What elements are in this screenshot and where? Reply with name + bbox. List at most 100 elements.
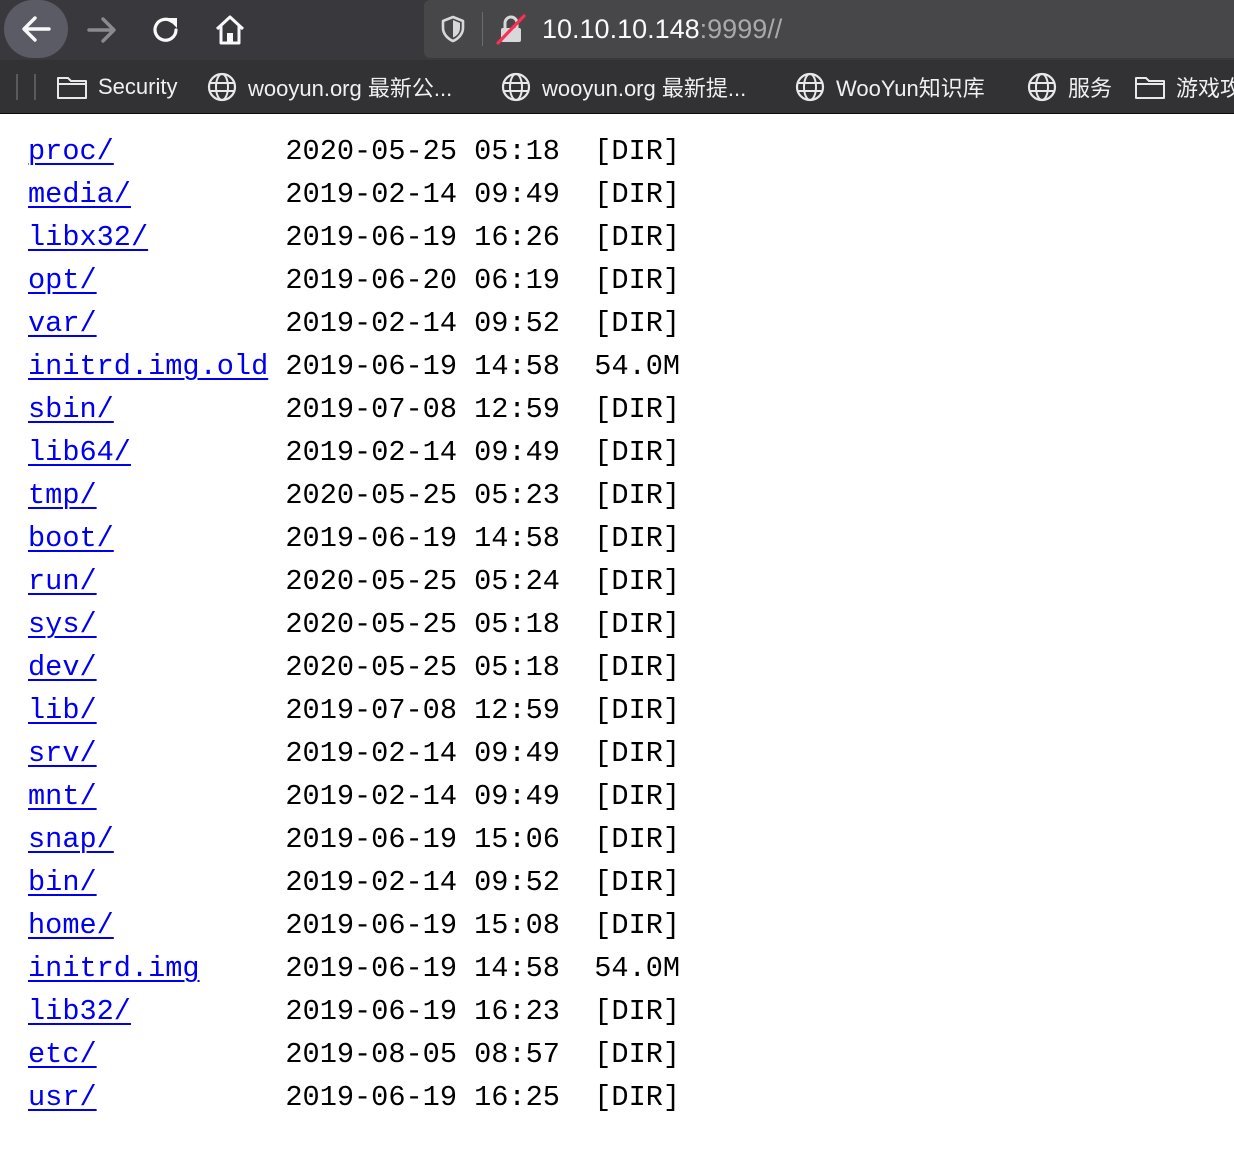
bookmark-label: 游戏攻 (1176, 76, 1234, 101)
folder-icon (1135, 77, 1165, 99)
insecure-lock-icon[interactable] (494, 12, 528, 46)
bookmark-games[interactable]: 游戏攻 (1134, 60, 1234, 113)
entry-date: 2019-02-14 09:52 (285, 866, 560, 899)
globe-icon (795, 72, 825, 102)
listing-row: bin/ 2019-02-14 09:52 [DIR] (28, 861, 680, 904)
entry-link[interactable]: snap/ (28, 823, 114, 856)
globe-icon (1027, 72, 1057, 102)
listing-row: initrd.img 2019-06-19 14:58 54.0M (28, 947, 680, 990)
entry-link[interactable]: boot/ (28, 522, 114, 555)
entry-size: [DIR] (594, 1038, 681, 1071)
entry-date: 2019-06-19 15:06 (285, 823, 560, 856)
entry-link[interactable]: srv/ (28, 737, 97, 770)
bookmarks-bar: Security wooyun.org 最新公... wooyun.org 最新… (0, 60, 1234, 114)
entry-size: [DIR] (594, 393, 681, 426)
reload-icon (153, 17, 178, 42)
listing-row: initrd.img.old 2019-06-19 14:58 54.0M (28, 345, 680, 388)
entry-date: 2020-05-25 05:18 (285, 651, 560, 684)
entry-link[interactable]: lib/ (28, 694, 97, 727)
listing-row: lib/ 2019-07-08 12:59 [DIR] (28, 689, 680, 732)
entry-link[interactable]: home/ (28, 909, 114, 942)
entry-link[interactable]: lib32/ (28, 995, 131, 1028)
listing-row: run/ 2020-05-25 05:24 [DIR] (28, 560, 680, 603)
bookmarks-separator (16, 74, 18, 100)
entry-link[interactable]: bin/ (28, 866, 97, 899)
listing-row: home/ 2019-06-19 15:08 [DIR] (28, 904, 680, 947)
entry-date: 2020-05-25 05:24 (285, 565, 560, 598)
entry-link[interactable]: mnt/ (28, 780, 97, 813)
listing-row: usr/ 2019-06-19 16:25 [DIR] (28, 1076, 680, 1119)
entry-link[interactable]: tmp/ (28, 479, 97, 512)
entry-date: 2019-06-19 14:58 (285, 350, 560, 383)
forward-button[interactable] (80, 8, 124, 52)
entry-link[interactable]: media/ (28, 178, 131, 211)
reload-button[interactable] (144, 8, 188, 52)
entry-size: [DIR] (594, 178, 681, 211)
bookmark-wooyun-latest-submit[interactable]: wooyun.org 最新提... (500, 60, 746, 113)
listing-row: tmp/ 2020-05-25 05:23 [DIR] (28, 474, 680, 517)
bookmark-wooyun-latest-public[interactable]: wooyun.org 最新公... (206, 60, 453, 113)
shield-icon[interactable] (438, 14, 468, 44)
listing-row: var/ 2019-02-14 09:52 [DIR] (28, 302, 680, 345)
entry-size: [DIR] (594, 264, 681, 297)
entry-date: 2019-06-19 16:23 (285, 995, 560, 1028)
entry-date: 2019-08-05 08:57 (285, 1038, 560, 1071)
listing-row: sys/ 2020-05-25 05:18 [DIR] (28, 603, 680, 646)
entry-size: [DIR] (594, 479, 681, 512)
entry-date: 2019-06-19 15:08 (285, 909, 560, 942)
entry-link[interactable]: opt/ (28, 264, 97, 297)
listing-row: media/ 2019-02-14 09:49 [DIR] (28, 173, 680, 216)
listing-row: lib32/ 2019-06-19 16:23 [DIR] (28, 990, 680, 1033)
entry-size: [DIR] (594, 436, 681, 469)
entry-size: [DIR] (594, 221, 681, 254)
listing-row: sbin/ 2019-07-08 12:59 [DIR] (28, 388, 680, 431)
entry-size: [DIR] (594, 866, 681, 899)
arrow-left-icon (22, 16, 51, 42)
bookmark-label: 服务 (1068, 76, 1113, 101)
listing-row: etc/ 2019-08-05 08:57 [DIR] (28, 1033, 680, 1076)
listing-row: mnt/ 2019-02-14 09:49 [DIR] (28, 775, 680, 818)
entry-date: 2019-02-14 09:52 (285, 307, 560, 340)
url-divider (482, 12, 483, 46)
bookmark-services[interactable]: 服务 (1026, 60, 1113, 113)
entry-link[interactable]: initrd.img.old (28, 350, 268, 383)
entry-size: [DIR] (594, 1081, 681, 1114)
entry-date: 2019-07-08 12:59 (285, 393, 560, 426)
home-button[interactable] (208, 8, 252, 52)
entry-link[interactable]: var/ (28, 307, 97, 340)
browser-toolbar: 10.10.10.148:9999// (0, 0, 1234, 60)
url-text[interactable]: 10.10.10.148:9999// (542, 12, 782, 46)
bookmark-label: Security (98, 74, 178, 99)
entry-date: 2019-06-19 14:58 (285, 952, 560, 985)
listing-row: libx32/ 2019-06-19 16:26 [DIR] (28, 216, 680, 259)
listing-row: lib64/ 2019-02-14 09:49 [DIR] (28, 431, 680, 474)
listing-row: boot/ 2019-06-19 14:58 [DIR] (28, 517, 680, 560)
entry-date: 2019-02-14 09:49 (285, 436, 560, 469)
entry-link[interactable]: initrd.img (28, 952, 200, 985)
entry-size: [DIR] (594, 565, 681, 598)
url-bar[interactable]: 10.10.10.148:9999// (424, 0, 1234, 58)
entry-date: 2019-02-14 09:49 (285, 178, 560, 211)
back-button[interactable] (4, 0, 68, 58)
entry-link[interactable]: sbin/ (28, 393, 114, 426)
entry-link[interactable]: run/ (28, 565, 97, 598)
bookmark-security[interactable]: Security (56, 60, 178, 113)
listing-row: snap/ 2019-06-19 15:06 [DIR] (28, 818, 680, 861)
entry-link[interactable]: proc/ (28, 135, 114, 168)
entry-date: 2019-07-08 12:59 (285, 694, 560, 727)
entry-size: [DIR] (594, 651, 681, 684)
folder-icon (57, 77, 87, 99)
bookmark-label: wooyun.org 最新公... (248, 76, 453, 101)
entry-link[interactable]: libx32/ (28, 221, 148, 254)
entry-link[interactable]: sys/ (28, 608, 97, 641)
entry-link[interactable]: etc/ (28, 1038, 97, 1071)
entry-size: [DIR] (594, 737, 681, 770)
bookmark-label: WooYun知识库 (836, 76, 985, 101)
entry-size: [DIR] (594, 135, 681, 168)
entry-link[interactable]: usr/ (28, 1081, 97, 1114)
entry-link[interactable]: dev/ (28, 651, 97, 684)
entry-link[interactable]: lib64/ (28, 436, 131, 469)
bookmark-wooyun-knowledge[interactable]: WooYun知识库 (794, 60, 985, 113)
entry-size: 54.0M (594, 350, 681, 383)
entry-date: 2019-06-19 16:26 (285, 221, 560, 254)
